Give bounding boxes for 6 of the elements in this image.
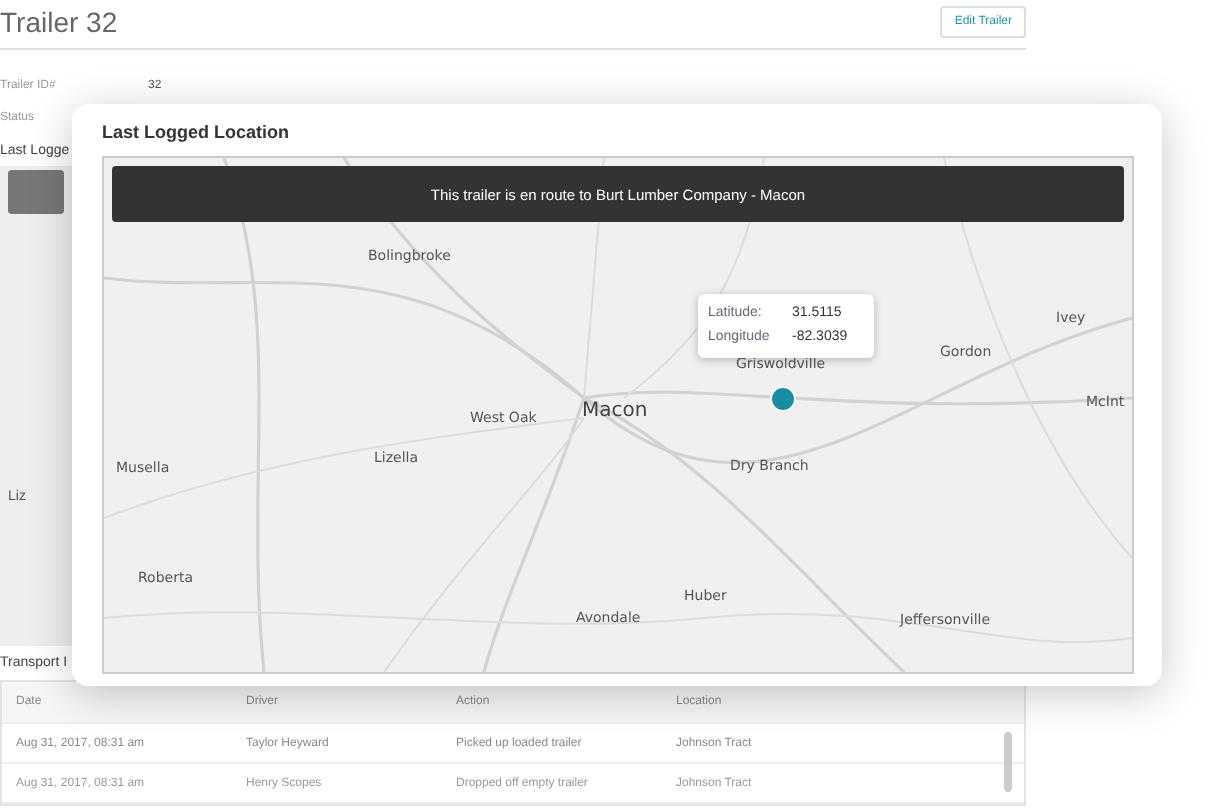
map-banner <box>8 170 64 214</box>
modal-title: Last Logged Location <box>102 122 291 146</box>
location-pin-icon[interactable] <box>770 386 796 412</box>
map-label: Macon <box>582 400 648 422</box>
scrollbar[interactable] <box>1004 732 1012 792</box>
page-title: Trailer 32 <box>0 6 118 38</box>
